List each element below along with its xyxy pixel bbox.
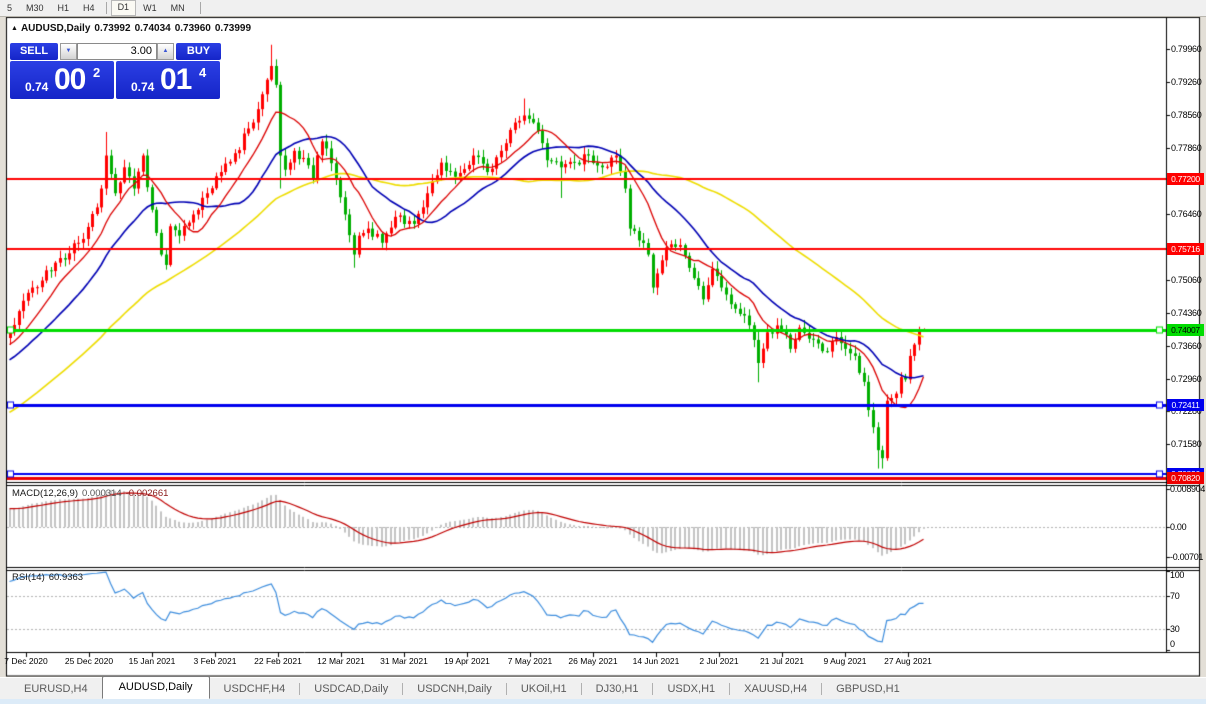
rsi-value: 60.9363: [49, 572, 83, 583]
hline-price-label: 0.72411: [1167, 399, 1204, 411]
date-axis-label: 7 May 2021: [495, 656, 565, 666]
timeframe-button-H1[interactable]: H1: [51, 1, 77, 15]
macd-signal-value: -0.002661: [126, 488, 169, 499]
sell-price-quote[interactable]: 0.74 00 2: [10, 61, 114, 99]
buy-price-base: 0.74: [131, 80, 154, 94]
date-axis-label: 14 Jun 2021: [621, 656, 691, 666]
trading-platform-window: 5M30H1H4D1W1MN ▲AUDUSD,Daily0.739920.740…: [0, 0, 1206, 704]
buy-price-quote[interactable]: 0.74 01 4: [116, 61, 220, 99]
date-axis-label: 12 Mar 2021: [306, 656, 376, 666]
volume-increase-button[interactable]: ▲: [157, 43, 174, 60]
macd-axis-label: -0.00701: [1170, 552, 1205, 562]
tab-xauusd-h4[interactable]: XAUUSD,H4: [730, 679, 821, 699]
timeframe-button-5[interactable]: 5: [0, 1, 19, 15]
date-axis-label: 2 Jul 2021: [684, 656, 754, 666]
ohlc-low: 0.73960: [175, 23, 211, 34]
chevron-up-icon: ▲: [163, 48, 169, 54]
price-axis-label: 0.73660: [1171, 341, 1205, 351]
macd-axis-label: 0.00: [1170, 522, 1205, 532]
tab-usdcad-daily[interactable]: USDCAD,Daily: [300, 679, 402, 699]
timeframe-button-D1[interactable]: D1: [111, 0, 137, 16]
rsi-name: RSI(14): [12, 572, 45, 583]
date-axis-label: 15 Jan 2021: [117, 656, 187, 666]
chevron-down-icon: ▼: [66, 48, 72, 54]
timeframe-button-M30[interactable]: M30: [19, 1, 51, 15]
timeframe-button-MN[interactable]: MN: [164, 1, 192, 15]
timeframe-button-W1[interactable]: W1: [136, 1, 164, 15]
sell-price-point: 2: [93, 65, 100, 80]
macd-name: MACD(12,26,9): [12, 488, 78, 499]
rsi-axis-label: 100: [1170, 570, 1205, 580]
tab-usdcnh-daily[interactable]: USDCNH,Daily: [403, 679, 506, 699]
tab-ukoil-h1[interactable]: UKOil,H1: [507, 679, 581, 699]
date-axis-label: 27 Aug 2021: [873, 656, 943, 666]
macd-main-value: 0.000314: [82, 488, 122, 499]
tab-eurusd-h4[interactable]: EURUSD,H4: [10, 679, 102, 699]
sell-price-pips: 00: [54, 63, 85, 97]
price-axis-label: 0.74360: [1171, 308, 1205, 318]
tab-usdx-h1[interactable]: USDX,H1: [653, 679, 729, 699]
tab-dj30-h1[interactable]: DJ30,H1: [582, 679, 653, 699]
chart-tab-bar: EURUSD,H4AUDUSD,DailyUSDCHF,H4USDCAD,Dai…: [0, 677, 1206, 699]
chart-title: ▲AUDUSD,Daily 0.73992 0.74034 0.73960 0.7399…: [11, 23, 255, 34]
date-axis-label: 9 Aug 2021: [810, 656, 880, 666]
status-strip: [0, 699, 1206, 704]
date-axis-label: 3 Feb 2021: [180, 656, 250, 666]
macd-axis-label: 0.008904: [1170, 484, 1205, 494]
tab-usdchf-h4[interactable]: USDCHF,H4: [210, 679, 300, 699]
price-axis-label: 0.76460: [1171, 209, 1205, 219]
one-click-trading-panel: SELL ▼ 3.00 ▲ BUY 0.74 00 2 0.74 01 4: [10, 43, 221, 99]
sell-price-base: 0.74: [25, 80, 48, 94]
date-axis-label: 26 May 2021: [558, 656, 628, 666]
date-axis-label: 7 Dec 2020: [0, 656, 61, 666]
toolbar-separator: [200, 2, 201, 14]
buy-button[interactable]: BUY: [176, 43, 221, 60]
price-axis-label: 0.75060: [1171, 275, 1205, 285]
rsi-axis-label: 70: [1170, 591, 1205, 601]
volume-input[interactable]: 3.00: [77, 43, 157, 60]
ohlc-close: 0.73999: [215, 23, 251, 34]
sell-button[interactable]: SELL: [10, 43, 58, 60]
ohlc-high: 0.74034: [135, 23, 171, 34]
date-axis-label: 25 Dec 2020: [54, 656, 124, 666]
date-axis-label: 31 Mar 2021: [369, 656, 439, 666]
price-axis-label: 0.79960: [1171, 44, 1205, 54]
timeframe-toolbar: 5M30H1H4 D1W1MN: [0, 0, 1206, 17]
buy-price-point: 4: [199, 65, 206, 80]
macd-indicator-label: MACD(12,26,9) 0.000314 -0.002661: [12, 488, 172, 499]
price-axis-label: 0.71580: [1171, 439, 1205, 449]
date-axis-label: 19 Apr 2021: [432, 656, 502, 666]
rsi-axis-label: 30: [1170, 624, 1205, 634]
timeframe-button-H4[interactable]: H4: [76, 1, 102, 15]
hline-price-label: 0.70820: [1167, 472, 1204, 484]
price-axis-label: 0.77860: [1171, 143, 1205, 153]
price-axis-label: 0.79260: [1171, 77, 1205, 87]
hline-price-label: 0.75716: [1167, 243, 1204, 255]
date-axis-label: 21 Jul 2021: [747, 656, 817, 666]
price-axis-label: 0.72960: [1171, 374, 1205, 384]
symbol-period-label: AUDUSD,Daily: [21, 23, 90, 34]
hline-price-label: 0.74007: [1167, 324, 1204, 336]
buy-price-pips: 01: [160, 63, 191, 97]
volume-decrease-button[interactable]: ▼: [60, 43, 77, 60]
tab-gbpusd-h1[interactable]: GBPUSD,H1: [822, 679, 914, 699]
toolbar-separator: [106, 2, 107, 14]
date-axis-label: 22 Feb 2021: [243, 656, 313, 666]
rsi-axis-label: 0: [1170, 639, 1205, 649]
hline-price-label: 0.77200: [1167, 173, 1204, 185]
price-axis-label: 0.78560: [1171, 110, 1205, 120]
tab-audusd-daily[interactable]: AUDUSD,Daily: [102, 676, 210, 699]
rsi-indicator-label: RSI(14) 60.9363: [12, 572, 87, 583]
ohlc-open: 0.73992: [94, 23, 130, 34]
chart-canvas[interactable]: [0, 0, 1206, 704]
collapse-icon[interactable]: ▲: [11, 25, 18, 32]
